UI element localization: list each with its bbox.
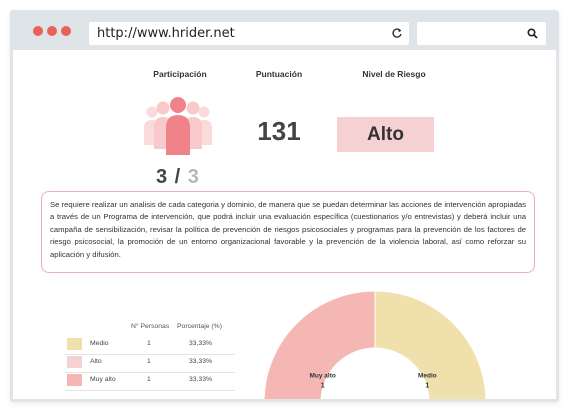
window-minimize-dot[interactable]: [47, 26, 57, 36]
participation-total: 3: [187, 166, 200, 188]
risk-distribution-donut-chart: Muy alto 1 Medio 1: [263, 290, 487, 402]
donut-category-label: Medio: [418, 373, 437, 380]
score-value: 131: [257, 116, 301, 146]
window-close-dot[interactable]: [33, 26, 43, 36]
percent-column-header: Porcentaje (%): [177, 323, 222, 330]
url-text[interactable]: http://www.hrider.net: [97, 26, 235, 41]
table-row: Alto 1 33,33%: [65, 354, 235, 373]
table-row: Muy alto 1 33,33%: [65, 372, 235, 391]
recommendation-notice: Se requiere realizar un analisis de cada…: [41, 191, 535, 273]
legend-swatch-muy-alto: [67, 374, 82, 386]
participation-separator: /: [168, 166, 188, 188]
legend-swatch-medio: [67, 338, 82, 350]
legend-swatch-alto: [67, 356, 82, 368]
participation-ratio: 3 / 3: [156, 166, 200, 189]
row-percent: 33,33%: [189, 376, 213, 383]
row-label: Medio: [90, 340, 109, 347]
count-column-header: N° Personas: [131, 323, 170, 330]
page-content: Participación Puntuación Nivel de Riesgo: [13, 50, 556, 399]
participation-header: Participación: [153, 69, 207, 79]
row-count: 1: [147, 358, 151, 365]
window-maximize-dot[interactable]: [61, 26, 71, 36]
row-count: 1: [147, 376, 151, 383]
address-bar[interactable]: http://www.hrider.net: [89, 22, 409, 45]
people-group-icon: [144, 97, 212, 155]
row-count: 1: [147, 340, 151, 347]
risk-level-header: Nivel de Riesgo: [362, 69, 426, 79]
row-percent: 33,33%: [189, 340, 213, 347]
row-label: Alto: [90, 358, 102, 365]
score-header: Puntuación: [255, 69, 303, 79]
browser-titlebar: http://www.hrider.net: [13, 13, 556, 50]
donut-category-label: Muy alto: [309, 373, 335, 380]
donut-value-label: 1: [321, 383, 325, 390]
row-percent: 33,33%: [189, 358, 213, 365]
row-label: Muy alto: [90, 376, 116, 383]
donut-slice-medio[interactable]: [374, 290, 487, 402]
risk-level-badge: Alto: [337, 117, 434, 152]
reload-icon[interactable]: [391, 27, 403, 39]
search-icon[interactable]: [527, 28, 538, 39]
browser-window: http://www.hrider.net Participación Punt…: [10, 10, 559, 402]
participation-done: 3: [156, 166, 169, 188]
table-row: Medio 1 33,33%: [65, 336, 235, 355]
donut-value-label: 1: [425, 383, 429, 390]
browser-search-field[interactable]: [417, 22, 546, 45]
donut-slice-muy-alto[interactable]: [263, 290, 376, 402]
